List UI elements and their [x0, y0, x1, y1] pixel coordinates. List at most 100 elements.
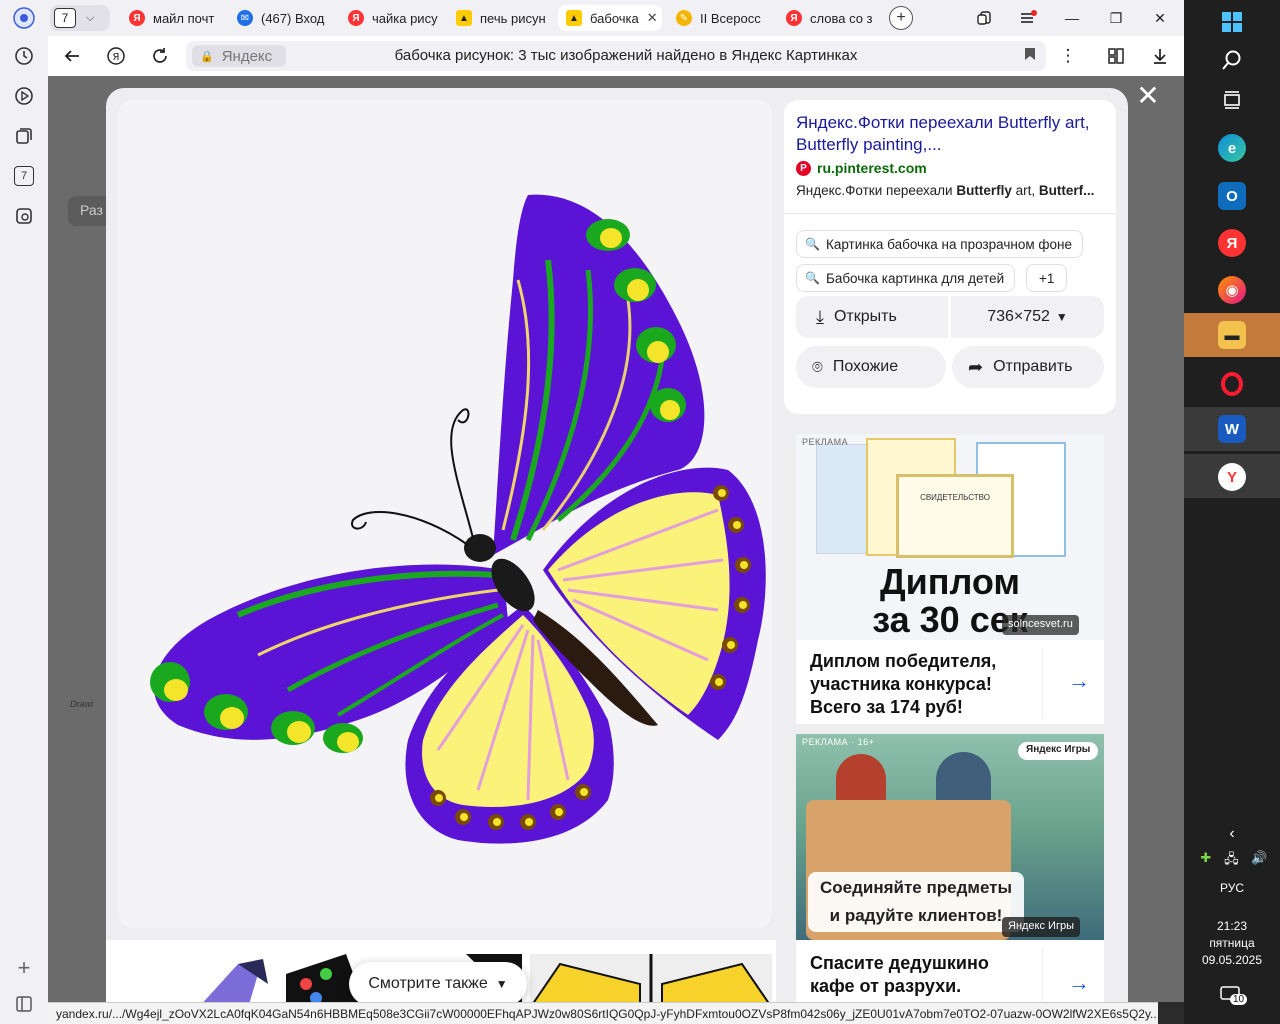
arrow-right-icon[interactable]: →: [1068, 668, 1090, 694]
yandex-browser-icon[interactable]: Y: [1218, 463, 1246, 491]
related-search-chip[interactable]: 🔍 Картинка бабочка на прозрачном фоне: [796, 230, 1083, 258]
history-icon[interactable]: [10, 42, 38, 70]
network-icon[interactable]: 🖧: [1224, 850, 1239, 872]
clock-time[interactable]: 21:23: [1184, 919, 1280, 933]
svg-text:Я: Я: [113, 52, 120, 63]
word-icon[interactable]: W: [1218, 415, 1246, 443]
arrow-right-icon[interactable]: →: [1068, 970, 1090, 996]
opera-icon[interactable]: [1218, 370, 1246, 398]
alice-icon[interactable]: [10, 4, 38, 32]
thumbnail[interactable]: [118, 954, 278, 1008]
language-indicator[interactable]: РУС: [1184, 881, 1280, 895]
site-icon: ✎: [676, 10, 692, 26]
address-bar-row: Я 🔒 Яндекс бабочка рисунок: 3 тыс изобра…: [48, 36, 1184, 76]
mail-icon: ✉: [237, 10, 253, 26]
screenshot-icon[interactable]: [10, 202, 38, 230]
lock-icon: 🔒: [200, 50, 214, 63]
bookmark-icon[interactable]: [1024, 47, 1036, 64]
extensions-icon[interactable]: [1104, 44, 1128, 68]
tab-mail-search[interactable]: Я майл почт: [121, 5, 221, 31]
source-title-link[interactable]: Яндекс.Фотки переехали Butterfly art, Bu…: [796, 112, 1106, 156]
close-viewer-button[interactable]: ✕: [1136, 82, 1160, 110]
tab-count-icon[interactable]: 7: [10, 162, 38, 190]
tab-words[interactable]: Я слова со з: [778, 5, 882, 31]
edge-icon[interactable]: e: [1218, 134, 1246, 162]
tab-count: 7: [54, 8, 76, 28]
brand-badge-bottom: Яндекс Игры: [1002, 917, 1080, 937]
divider: [784, 213, 1116, 214]
file-explorer-icon[interactable]: ▬: [1218, 321, 1246, 349]
ad-image-text: и радуйте клиентов!: [829, 906, 1003, 925]
yandex-home-icon[interactable]: Я: [104, 44, 128, 68]
play-icon[interactable]: [10, 82, 38, 110]
windows-taskbar: e O Я ◉ ▬ W Y ‹ ✚ 🖧 🔊 РУС 21:23 пятница …: [1184, 0, 1280, 1024]
more-options-icon[interactable]: ⋮: [1056, 44, 1080, 68]
browser-side-panel: 7 +: [0, 0, 48, 1024]
tab-olympiad[interactable]: ✎ II Всеросс: [668, 5, 772, 31]
page-title: бабочка рисунок: 3 тыс изображений найде…: [394, 47, 858, 64]
see-also-button[interactable]: Смотрите также ▼: [349, 962, 527, 1006]
search-icon: 🔍: [805, 237, 820, 251]
divider: [1042, 948, 1043, 1008]
close-tab-icon[interactable]: ✕: [647, 10, 658, 26]
thumbnail[interactable]: [530, 954, 772, 1008]
size-select-button[interactable]: 736×752 ▼: [951, 296, 1104, 338]
menu-icon[interactable]: [1016, 6, 1040, 30]
tab-seagull[interactable]: Я чайка рису: [340, 5, 440, 31]
pinterest-icon: P: [796, 160, 811, 176]
firefox-icon[interactable]: ◉: [1218, 276, 1246, 304]
tab-label: II Всеросс: [700, 10, 761, 26]
add-panel-icon[interactable]: +: [10, 954, 38, 982]
minimize-icon[interactable]: —: [1060, 6, 1084, 30]
ad-domain-badge: solncesvet.ru: [1002, 615, 1079, 635]
ad-text-line: Всего за 174 руб!: [810, 697, 963, 717]
status-url: yandex.ru/.../Wg4ejl_zOoVX2LcA0fqK04GaN5…: [48, 1002, 1158, 1024]
source-link[interactable]: P ru.pinterest.com: [796, 160, 927, 176]
ad-card-game[interactable]: Соединяйте предметы и радуйте клиентов! …: [796, 734, 1104, 1008]
url-field[interactable]: 🔒 Яндекс бабочка рисунок: 3 тыс изображе…: [186, 41, 1046, 71]
ad-text-line: кафе от разрухи.: [810, 976, 962, 996]
tray-icons: ✚ 🖧 🔊: [1194, 850, 1274, 872]
collections-icon[interactable]: [10, 122, 38, 150]
yandex-icon: Я: [348, 10, 364, 26]
more-chips-button[interactable]: +1: [1026, 264, 1068, 292]
reload-icon[interactable]: [148, 44, 172, 68]
search-icon[interactable]: [1218, 46, 1246, 74]
ad-text-line: Спасите дедушкино: [810, 953, 989, 973]
open-button[interactable]: ⤓ Открыть: [796, 296, 948, 338]
new-tab-button[interactable]: +: [889, 6, 913, 30]
status-icon[interactable]: ✚: [1200, 850, 1211, 872]
related-search-chip[interactable]: 🔍 Бабочка картинка для детей: [796, 264, 1016, 292]
tabs-copy-icon[interactable]: [972, 6, 996, 30]
panel-settings-icon[interactable]: [10, 990, 38, 1018]
restore-icon[interactable]: ❐: [1104, 6, 1128, 30]
ad-image: Соединяйте предметы и радуйте клиентов! …: [796, 734, 1104, 940]
tab-counter-button[interactable]: 7 ⌵: [50, 5, 110, 31]
ad-card-diploma[interactable]: СВИДЕТЕЛЬСТВО Диплом за 30 сек solncesve…: [796, 434, 1104, 724]
task-view-icon[interactable]: [1218, 86, 1246, 114]
outlook-icon[interactable]: O: [1218, 182, 1246, 210]
ad-text-line: участника конкурса!: [810, 674, 992, 694]
volume-icon[interactable]: 🔊: [1251, 850, 1267, 872]
notifications-icon[interactable]: 10: [1220, 986, 1248, 1008]
similar-button[interactable]: ⌾ Похожие: [796, 346, 946, 388]
yandex-icon[interactable]: Я: [1218, 229, 1246, 257]
download-icon[interactable]: [1148, 44, 1172, 68]
chevron-left-icon[interactable]: ‹: [1218, 820, 1246, 848]
image-info-card: Яндекс.Фотки переехали Butterfly art, Bu…: [784, 100, 1116, 414]
back-icon[interactable]: [60, 44, 84, 68]
tab-butterfly-active[interactable]: ▲ бабочка ✕: [558, 5, 662, 31]
search-icon: 🔍: [805, 271, 820, 285]
tab-inbox[interactable]: ✉ (467) Вход: [229, 5, 333, 31]
tab-oven[interactable]: ▲ печь рисун: [448, 5, 552, 31]
share-button[interactable]: ➦ Отправить: [952, 346, 1104, 388]
site-identity-badge[interactable]: 🔒 Яндекс: [192, 45, 286, 67]
tab-label: чайка рису: [372, 10, 438, 26]
butterfly-image: [150, 194, 766, 844]
images-icon: ▲: [566, 10, 582, 26]
site-name: Яндекс: [221, 47, 273, 65]
close-window-icon[interactable]: ✕: [1148, 6, 1172, 30]
main-image[interactable]: [118, 100, 772, 928]
start-icon[interactable]: [1218, 8, 1246, 36]
ad-image-text: Соединяйте предметы: [819, 878, 1013, 897]
